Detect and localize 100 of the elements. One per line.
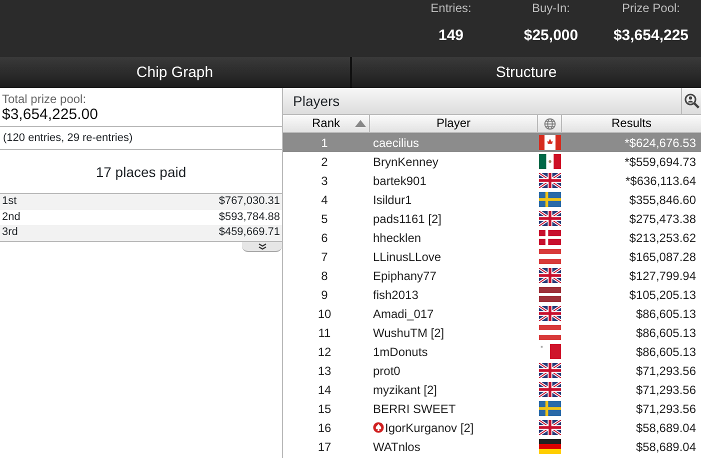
flag-icon <box>539 154 561 169</box>
rank-cell-text: 11 <box>317 324 332 342</box>
rank-cell-text: 1 <box>320 134 329 152</box>
sort-arrow-icon <box>355 120 366 127</box>
double-chevron-icon <box>258 242 266 250</box>
player-name: 1mDonuts <box>373 344 428 360</box>
result-cell-text: *$559,694.73 <box>624 154 697 170</box>
result-cell-text: $275,473.38 <box>628 210 697 228</box>
flag-icon <box>539 230 561 245</box>
player-row[interactable]: 5 pads1161 [2] $275,473.38 <box>283 209 701 228</box>
payout-place: 1st <box>2 194 17 209</box>
result-cell-text: $71,293.56 <box>634 362 697 380</box>
payout-amount: $767,030.31 <box>218 194 280 209</box>
flag-icon <box>539 268 561 283</box>
search-icon <box>684 93 700 109</box>
player-row[interactable]: 11 WushuTM [2] $86,605.13 <box>283 323 701 342</box>
rank-cell-text: 13 <box>316 362 332 380</box>
flag-icon <box>539 382 561 397</box>
flag-icon <box>539 287 561 302</box>
result-cell-text: $86,605.13 <box>634 306 697 322</box>
rank-cell-text: 14 <box>316 382 332 398</box>
player-name: Isildur1 <box>373 192 412 208</box>
column-header[interactable]: Results <box>562 115 701 132</box>
rank-cell-text: 16 <box>316 420 332 436</box>
payout-place: 2nd <box>2 210 20 224</box>
result-cell-text: $58,689.04 <box>634 420 697 436</box>
column-header[interactable]: Rank <box>283 115 370 132</box>
result-cell-text: $127,799.94 <box>628 268 697 284</box>
tab[interactable]: Structure <box>352 57 701 88</box>
player-row[interactable]: 12 1mDonuts $86,605.13 <box>283 342 701 361</box>
flag-icon <box>539 344 561 359</box>
player-name: bartek901 <box>373 172 426 190</box>
player-name: WushuTM [2] <box>373 324 444 342</box>
player-row[interactable]: 7 LLinusLLove $165,087.28 <box>283 247 701 266</box>
rank-cell-text: 7 <box>320 248 329 266</box>
flag-icon <box>539 211 561 226</box>
player-row[interactable]: 17 WATnlos $58,689.04 <box>283 437 701 456</box>
rank-cell-text: 4 <box>320 192 329 208</box>
player-row[interactable]: 3 bartek901 *$636,113.64 <box>283 171 701 190</box>
result-cell-text: $86,605.13 <box>634 324 697 342</box>
player-row[interactable]: 15 BERRI SWEET $71,293.56 <box>283 399 701 418</box>
player-name: Amadi_017 <box>373 306 434 322</box>
total-value: $3,654,225.00 <box>2 106 99 123</box>
rank-cell-text: 2 <box>320 154 329 170</box>
rank-cell-text: 12 <box>316 344 332 360</box>
stat-value: 149 <box>438 27 464 45</box>
search-button[interactable] <box>681 88 701 114</box>
payout-place: 3rd <box>2 225 18 240</box>
player-name: prot0 <box>373 362 400 380</box>
expand-button[interactable] <box>242 242 282 252</box>
result-cell-text: *$624,676.53 <box>624 134 697 152</box>
player-row[interactable]: 10 Amadi_017 $86,605.13 <box>283 304 701 323</box>
player-row[interactable]: 6 hhecklen $213,253.62 <box>283 228 701 247</box>
player-name: caecilius <box>373 134 420 152</box>
result-cell-text: $71,293.56 <box>634 400 697 418</box>
flag-icon <box>539 401 561 416</box>
player-row[interactable]: 8 Epiphany77 $127,799.94 <box>283 266 701 285</box>
payout-amount: $459,669.71 <box>218 225 280 240</box>
player-row[interactable]: 9 fish2013 $105,205.13 <box>283 285 701 304</box>
player-name: Epiphany77 <box>373 268 436 284</box>
flag-icon <box>539 420 561 435</box>
flag-icon <box>539 439 561 454</box>
result-cell-text: $355,846.60 <box>628 192 697 208</box>
payout-amount: $593,784.88 <box>218 210 280 224</box>
places-paid: 17 places paid <box>96 164 186 180</box>
flag-icon <box>539 325 561 340</box>
player-row[interactable]: 2 BrynKenney *$559,694.73 <box>283 152 701 171</box>
result-cell-text: $58,689.04 <box>634 438 697 456</box>
flag-icon <box>539 306 561 321</box>
rank-cell-text: 8 <box>320 268 329 284</box>
player-row[interactable]: 14 myzikant [2] $71,293.56 <box>283 380 701 399</box>
player-name: hhecklen <box>373 230 422 246</box>
rank-cell-text: 15 <box>316 400 332 418</box>
total-label: Total prize pool: <box>2 92 88 106</box>
player-name: fish2013 <box>373 286 418 304</box>
flag-icon <box>539 363 561 378</box>
player-name: WATnlos <box>373 438 420 456</box>
stat-label: Entries: <box>430 0 472 16</box>
flag-icon <box>539 135 561 150</box>
result-cell-text: $165,087.28 <box>628 248 697 266</box>
rank-cell-text: 6 <box>320 230 329 246</box>
player-name: IgorKurganov [2] <box>385 420 474 436</box>
player-row[interactable]: 16 IgorKurganov [2] $58,689.04 <box>283 418 701 437</box>
rank-cell-text: 17 <box>316 438 332 456</box>
globe-icon <box>544 118 556 130</box>
player-name: myzikant [2] <box>373 382 438 398</box>
rank-cell-text: 9 <box>320 286 329 304</box>
column-header[interactable]: Player <box>370 115 538 132</box>
result-cell-text: *$636,113.64 <box>624 172 697 190</box>
result-cell-text: $71,293.56 <box>634 382 697 398</box>
entries-note: (120 entries, 29 re-entries) <box>3 132 133 144</box>
result-cell-text: $213,253.62 <box>628 230 697 246</box>
player-row[interactable]: 4 Isildur1 $355,846.60 <box>283 190 701 209</box>
stat-value: $25,000 <box>524 27 578 45</box>
rank-cell-text: 3 <box>320 172 329 190</box>
player-name: BrynKenney <box>373 154 438 170</box>
player-name: BERRI SWEET <box>373 400 456 418</box>
player-name: LLinusLLove <box>373 248 442 266</box>
player-row[interactable]: 13 prot0 $71,293.56 <box>283 361 701 380</box>
result-cell-text: $105,205.13 <box>628 286 697 304</box>
